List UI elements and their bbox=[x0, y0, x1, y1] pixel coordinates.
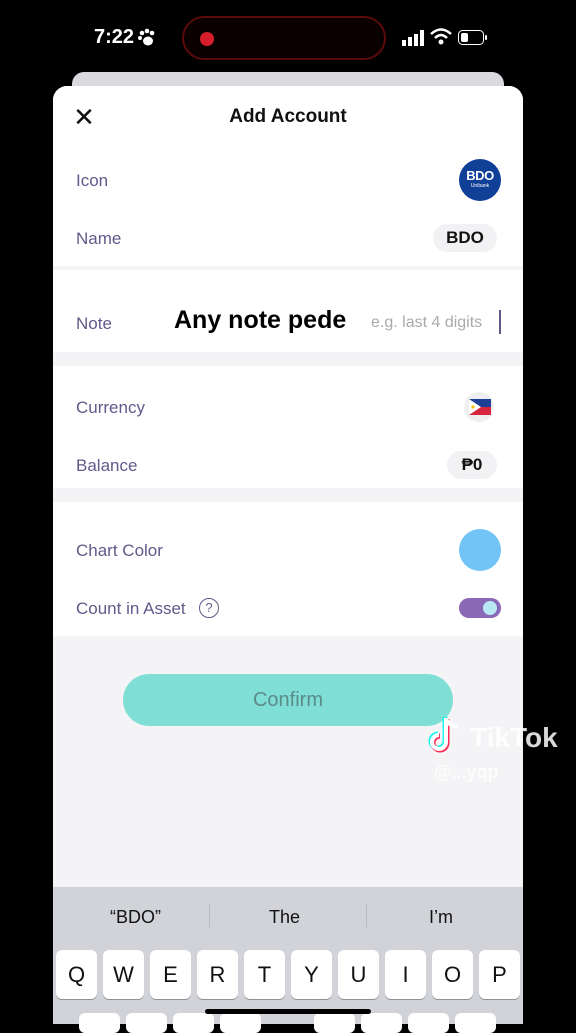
status-time: 7:22 bbox=[94, 26, 135, 48]
tiktok-logo-icon bbox=[428, 717, 459, 753]
cellular-signal-icon bbox=[402, 30, 424, 46]
suggestion-3[interactable]: I’m bbox=[429, 907, 453, 928]
key-p[interactable]: P bbox=[479, 950, 520, 999]
page-title: Add Account bbox=[229, 106, 347, 127]
watermark-brand: TikTok bbox=[470, 722, 558, 753]
chart-color-swatch[interactable] bbox=[459, 529, 501, 571]
home-indicator bbox=[205, 1009, 371, 1014]
wifi-icon bbox=[430, 28, 452, 45]
suggestion-1[interactable]: “BDO” bbox=[110, 907, 161, 928]
key-row2[interactable] bbox=[408, 1013, 449, 1033]
watermark-handle: @...yqp bbox=[434, 762, 499, 782]
key-i[interactable]: I bbox=[385, 950, 426, 999]
help-icon[interactable]: ? bbox=[199, 598, 219, 618]
status-bar: 7:22 bbox=[0, 0, 576, 78]
key-row2[interactable] bbox=[220, 1013, 261, 1033]
bank-logo-text: BDO bbox=[466, 168, 494, 183]
key-t[interactable]: T bbox=[244, 950, 285, 999]
chart-color-label: Chart Color bbox=[76, 541, 163, 560]
name-value[interactable]: BDO bbox=[433, 224, 497, 252]
recording-indicator-icon bbox=[200, 32, 214, 46]
key-w[interactable]: W bbox=[103, 950, 144, 999]
keyboard: “BDO” The I’m Q W E R T Y U I O P bbox=[53, 887, 523, 1033]
confirm-button[interactable]: Confirm bbox=[123, 674, 453, 726]
icon-label: Icon bbox=[76, 171, 109, 190]
key-row2[interactable] bbox=[314, 1013, 355, 1033]
sheet-header: ✕ Add Account bbox=[53, 86, 523, 150]
key-q[interactable]: Q bbox=[56, 950, 97, 999]
suggestion-divider bbox=[209, 903, 210, 927]
count-in-asset-toggle[interactable] bbox=[459, 598, 501, 618]
key-row2[interactable] bbox=[455, 1013, 496, 1033]
dynamic-island bbox=[182, 16, 386, 60]
count-in-asset-label: Count in Asset bbox=[76, 599, 186, 618]
balance-value[interactable]: ₱0 bbox=[447, 451, 497, 479]
add-account-sheet: ✕ Add Account Icon BDO Unibank Name BDO … bbox=[53, 86, 523, 1024]
note-label: Note bbox=[76, 314, 112, 333]
key-o[interactable]: O bbox=[432, 950, 473, 999]
balance-label: Balance bbox=[76, 456, 138, 475]
key-row2[interactable] bbox=[79, 1013, 120, 1033]
key-row2[interactable] bbox=[126, 1013, 167, 1033]
text-caret bbox=[499, 310, 501, 334]
note-input[interactable] bbox=[371, 312, 503, 334]
key-y[interactable]: Y bbox=[291, 950, 332, 999]
toggle-knob bbox=[483, 601, 497, 615]
suggestion-divider bbox=[366, 903, 367, 927]
key-e[interactable]: E bbox=[150, 950, 191, 999]
key-r[interactable]: R bbox=[197, 950, 238, 999]
name-label: Name bbox=[76, 229, 122, 248]
battery-icon bbox=[458, 30, 487, 45]
note-typed-text: Any note pede bbox=[174, 306, 347, 334]
key-u[interactable]: U bbox=[338, 950, 379, 999]
bank-logo-icon[interactable]: BDO Unibank bbox=[459, 159, 501, 201]
currency-label: Currency bbox=[76, 398, 145, 417]
paw-icon bbox=[138, 28, 155, 46]
philippine-flag-icon[interactable] bbox=[464, 392, 494, 422]
suggestion-2[interactable]: The bbox=[269, 907, 300, 928]
key-row2[interactable] bbox=[361, 1013, 402, 1033]
bank-logo-sub: Unibank bbox=[470, 183, 490, 189]
key-row2[interactable] bbox=[173, 1013, 214, 1033]
